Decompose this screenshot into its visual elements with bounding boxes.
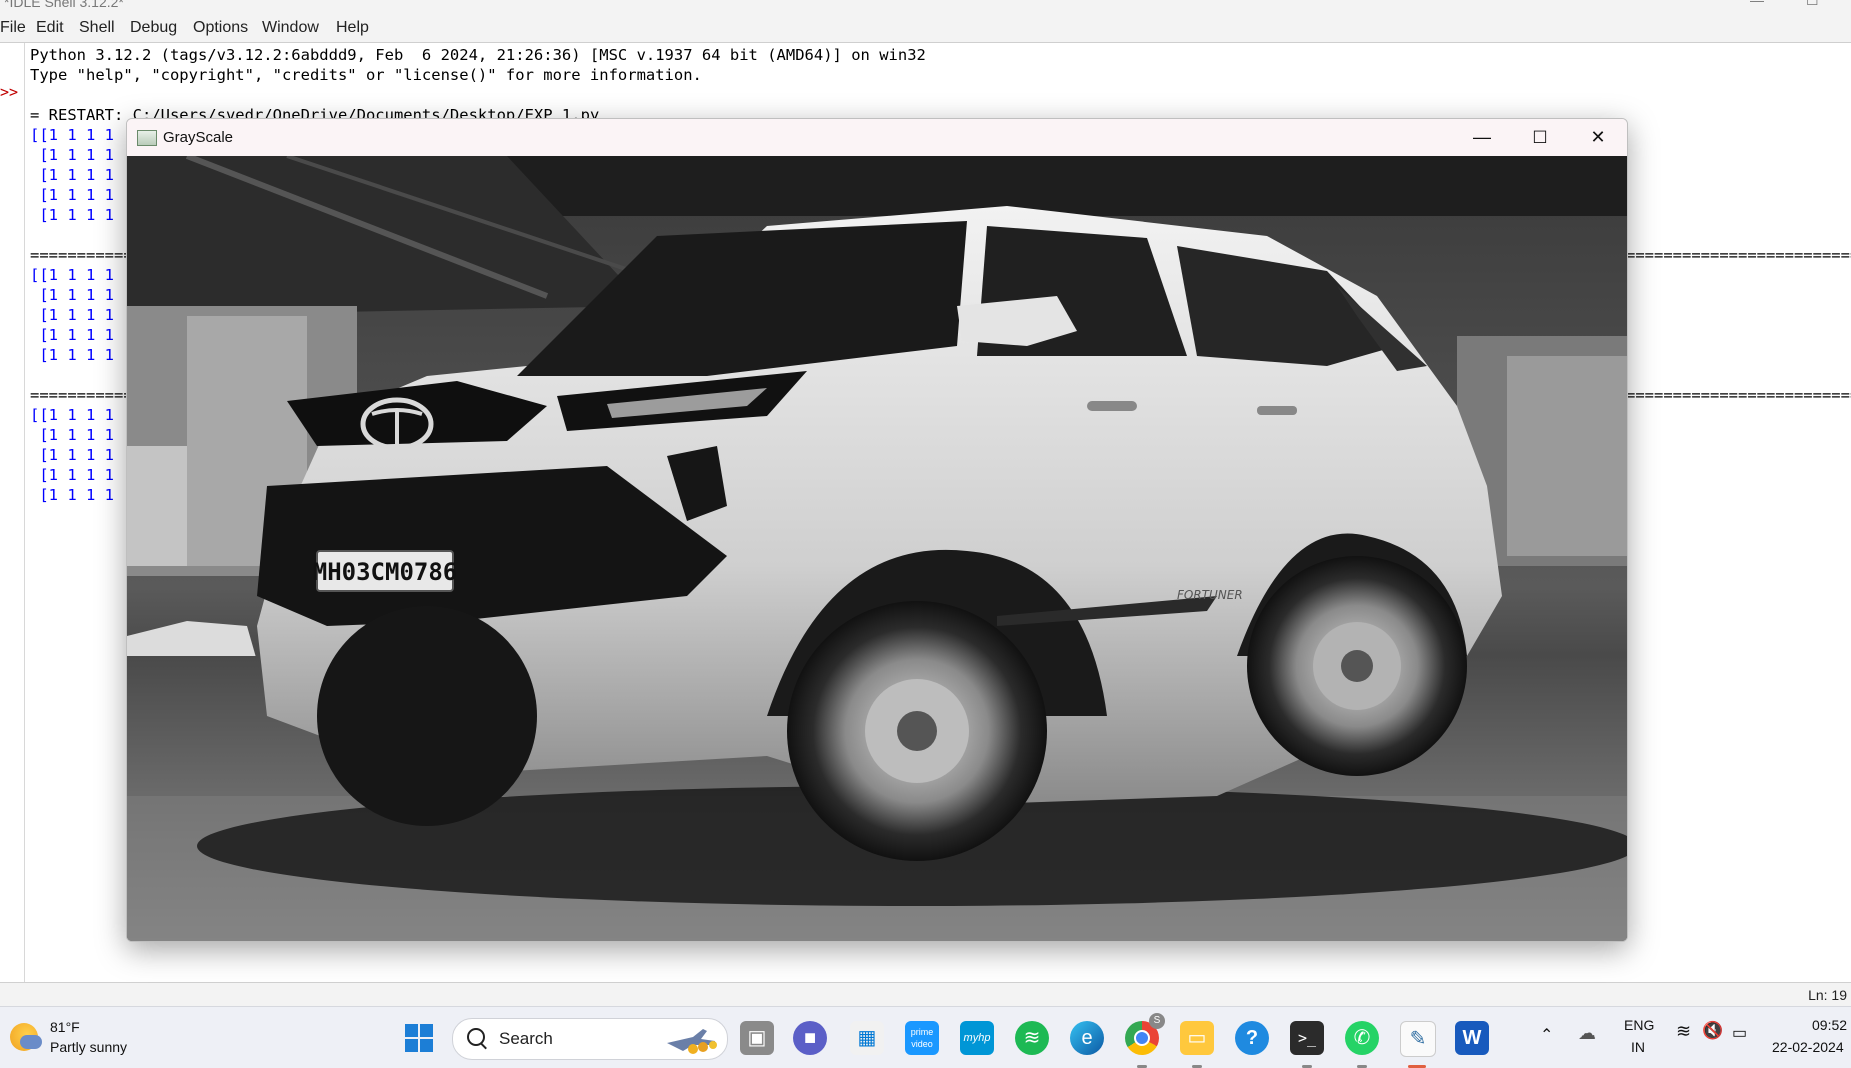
fortuner-badge: FORTUNER	[1177, 588, 1243, 602]
minimize-button[interactable]: —	[1750, 0, 1764, 8]
output-line: [1 1 1 1	[30, 326, 114, 344]
clock-date[interactable]: 22-02-2024	[1772, 1039, 1844, 1055]
opencv-window-icon	[137, 130, 157, 146]
taskbar: 81°F Partly sunny Search ▣ ■ ▦ prime vide…	[0, 1006, 1851, 1068]
maximize-icon[interactable]: ☐	[1511, 119, 1569, 156]
license-plate-text: MH03CM0786	[313, 558, 458, 586]
windows-logo-icon	[405, 1024, 433, 1052]
help-icon[interactable]: ?	[1235, 1021, 1269, 1055]
output-line: [1 1 1 1	[30, 166, 114, 184]
menu-help[interactable]: Help	[336, 19, 369, 37]
python-idle-icon[interactable]: ✎	[1400, 1021, 1436, 1057]
line-number-status: Ln: 19	[1808, 987, 1847, 1003]
output-line: [1 1 1 1	[30, 486, 114, 504]
output-line: [1 1 1 1	[30, 186, 114, 204]
menu-file[interactable]: File	[0, 19, 26, 37]
chrome-icon[interactable]: S	[1125, 1013, 1165, 1055]
grayscale-image: MH03CM0786 FORTUNER	[127, 156, 1627, 941]
output-line: [1 1 1 1	[30, 206, 114, 224]
menu-edit[interactable]: Edit	[36, 19, 64, 37]
output-line: [[1 1 1 1	[30, 126, 114, 144]
output-line: [1 1 1 1	[30, 466, 114, 484]
restart-separator-right: ==================================	[1626, 246, 1851, 264]
clock-time[interactable]: 09:52	[1812, 1017, 1847, 1033]
microsoft-store-icon[interactable]: ▦	[850, 1021, 884, 1055]
grayscale-titlebar[interactable]: GrayScale — ☐ ✕	[127, 119, 1627, 156]
output-line: [1 1 1 1	[30, 306, 114, 324]
restart-separator-right: ==================================	[1626, 386, 1851, 404]
spotify-icon[interactable]: ≋	[1015, 1021, 1049, 1055]
search-highlight-icon	[667, 1029, 717, 1054]
output-line: [[1 1 1 1	[30, 406, 114, 424]
menu-debug[interactable]: Debug	[130, 19, 177, 37]
menu-options[interactable]: Options	[193, 19, 248, 37]
maximize-button[interactable]: ☐	[1806, 0, 1819, 9]
banner-line-2: Type "help", "copyright", "credits" or "…	[30, 66, 702, 84]
task-view-icon[interactable]: ▣	[740, 1021, 774, 1055]
prompt-gutter: >>	[0, 43, 25, 983]
prime-video-icon[interactable]: prime video	[905, 1021, 939, 1055]
word-icon[interactable]: W	[1455, 1021, 1489, 1055]
language-top[interactable]: ENG	[1624, 1017, 1654, 1033]
taskbar-search[interactable]: Search	[452, 1018, 728, 1060]
grayscale-window[interactable]: GrayScale — ☐ ✕ MH03CM0786 FORTUNER	[126, 118, 1628, 942]
wifi-icon[interactable]: ≋	[1676, 1021, 1691, 1042]
grayscale-window-title: GrayScale	[163, 129, 234, 146]
output-line: [1 1 1 1	[30, 146, 114, 164]
tray-overflow-icon[interactable]: ⌃	[1540, 1025, 1553, 1045]
speaker-muted-icon[interactable]: 🔇	[1702, 1021, 1723, 1041]
menu-window[interactable]: Window	[262, 19, 319, 37]
grayscale-car-photo: MH03CM0786 FORTUNER	[127, 156, 1627, 941]
idle-menubar: File Edit Shell Debug Options Window Hel…	[0, 14, 1851, 42]
terminal-icon[interactable]: >_	[1290, 1021, 1324, 1055]
search-icon	[467, 1028, 485, 1046]
minimize-icon[interactable]: —	[1453, 119, 1511, 156]
banner-line-1: Python 3.12.2 (tags/v3.12.2:6abddd9, Feb…	[30, 46, 926, 64]
output-line: [1 1 1 1	[30, 426, 114, 444]
idle-titlebar: *IDLE Shell 3.12.2* — ☐	[0, 0, 1851, 14]
file-explorer-icon[interactable]: ▭	[1180, 1021, 1214, 1055]
battery-icon[interactable]: ▭	[1732, 1023, 1747, 1043]
weather-temperature: 81°F	[50, 1019, 80, 1035]
cloud-icon	[20, 1035, 42, 1049]
output-line: [1 1 1 1	[30, 286, 114, 304]
chrome-profile-badge: S	[1149, 1013, 1165, 1029]
start-button[interactable]	[402, 1021, 436, 1055]
weather-condition: Partly sunny	[50, 1039, 128, 1055]
language-bottom[interactable]: IN	[1631, 1039, 1645, 1055]
edge-icon[interactable]: e	[1070, 1021, 1104, 1055]
search-label: Search	[499, 1029, 553, 1048]
whatsapp-icon[interactable]: ✆	[1345, 1021, 1379, 1055]
close-icon[interactable]: ✕	[1569, 119, 1627, 156]
output-line: [[1 1 1 1	[30, 266, 114, 284]
shell-prompt: >>	[0, 83, 19, 101]
output-line: [1 1 1 1	[30, 446, 114, 464]
menu-shell[interactable]: Shell	[79, 19, 115, 37]
idle-statusbar: Ln: 19	[0, 982, 1851, 1007]
output-line: [1 1 1 1	[30, 346, 114, 364]
myhp-icon[interactable]: myhp	[960, 1021, 994, 1055]
onedrive-icon[interactable]: ☁	[1578, 1023, 1596, 1044]
idle-window-title: *IDLE Shell 3.12.2*	[4, 0, 124, 10]
teams-chat-icon[interactable]: ■	[793, 1021, 827, 1055]
